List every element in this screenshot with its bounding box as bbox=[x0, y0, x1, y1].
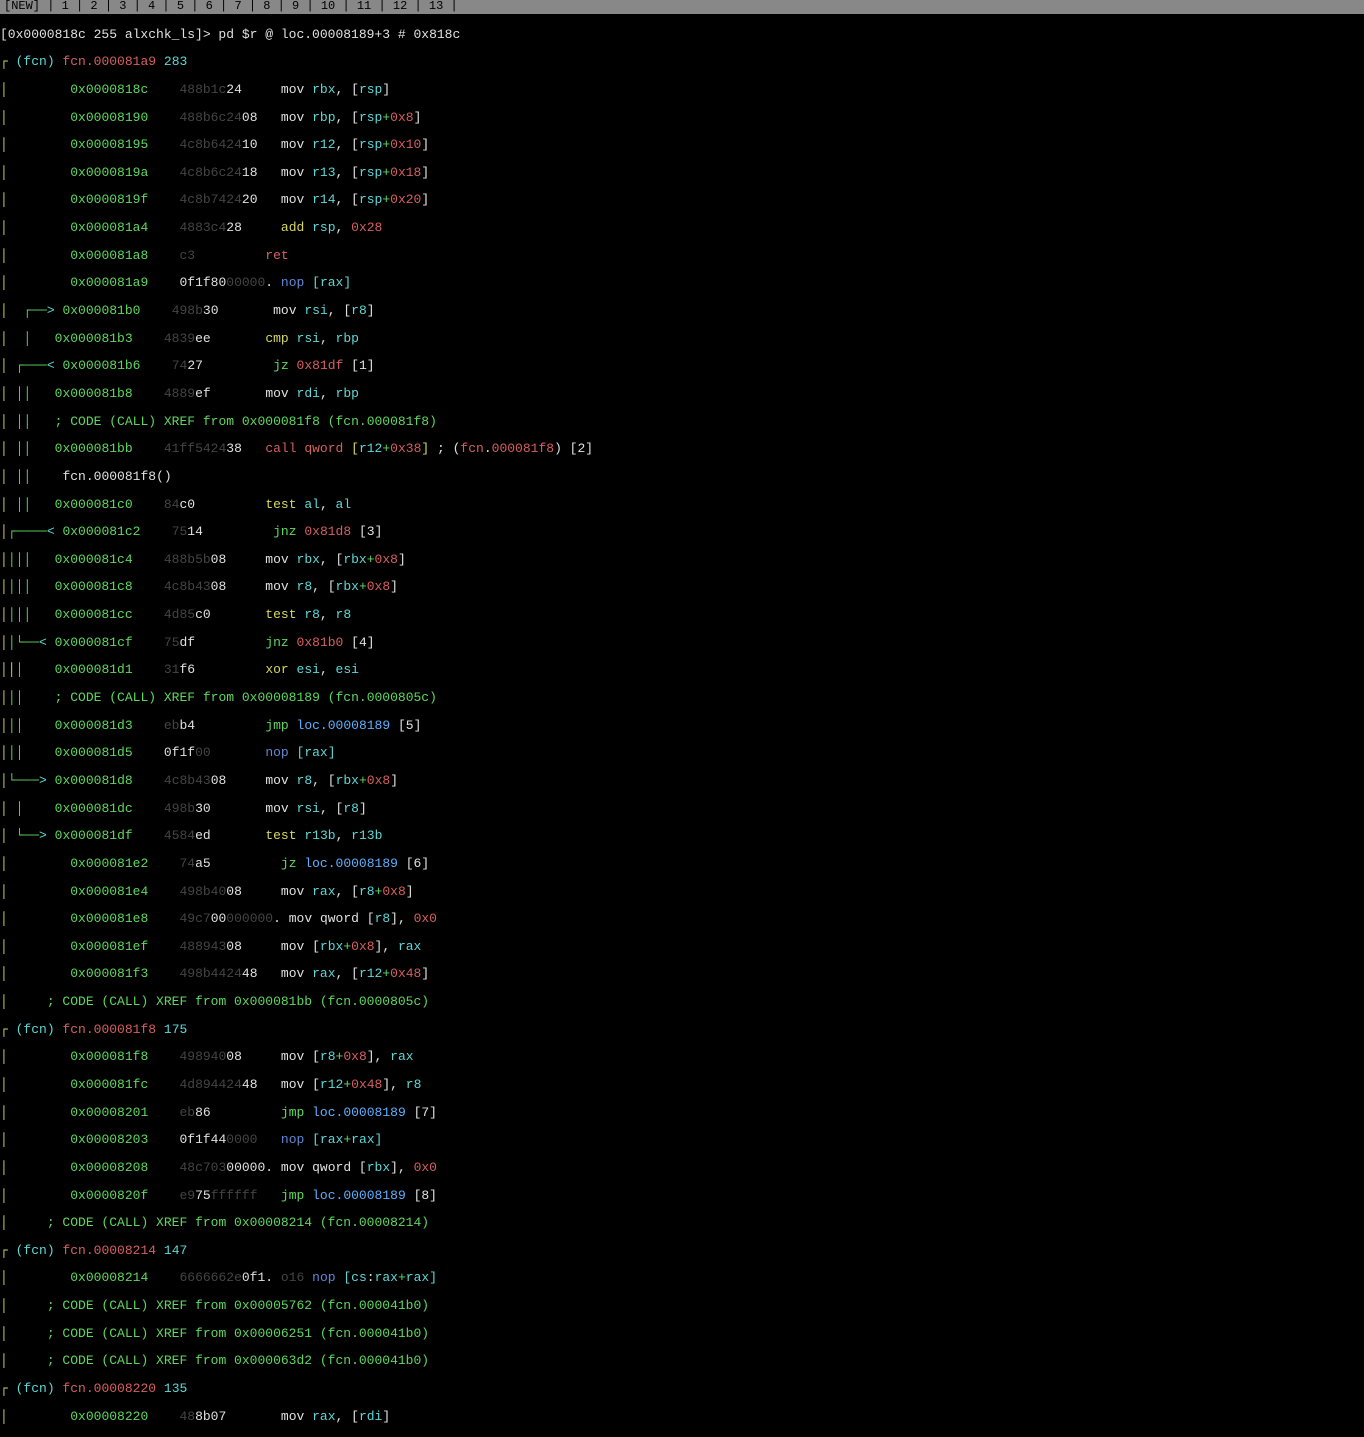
terminal-content: [0x0000818c 255 alxchk_ls]> pd $r @ loc.… bbox=[0, 14, 1364, 1437]
tab-bar[interactable]: [NEW] | 1 | 2 | 3 | 4 | 5 | 6 | 7 | 8 | … bbox=[0, 0, 1364, 14]
prompt-line[interactable]: [0x0000818c 255 alxchk_ls]> pd $r @ loc.… bbox=[0, 28, 1364, 42]
